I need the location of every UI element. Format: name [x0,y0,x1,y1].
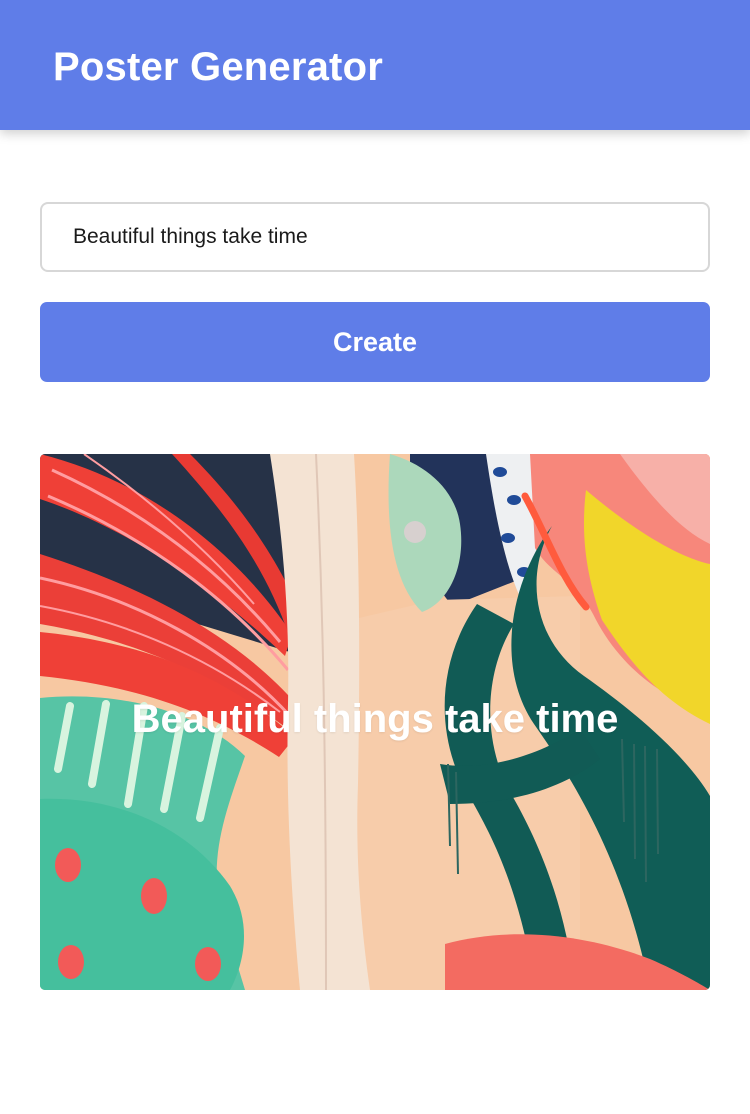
app-title: Poster Generator [53,45,383,89]
blue-dot-2 [507,495,521,505]
poster-caption: Beautiful things take time [131,697,619,741]
blue-dot-3 [501,533,515,543]
gray-dot [404,521,426,543]
poster-text-input[interactable] [40,202,710,272]
app-header: Poster Generator [0,0,750,130]
drip-line-4 [633,743,636,860]
drip-line-6 [656,748,659,855]
create-button[interactable]: Create [40,302,710,382]
red-dot-1 [55,848,81,882]
red-dot-4 [195,947,221,981]
blue-dot-1 [493,467,507,477]
red-dot-2 [141,878,167,914]
poster-preview: Beautiful things take time [40,454,710,990]
drip-line-5 [644,745,647,883]
red-dot-3 [58,945,84,979]
poster-generator-main: Create [40,202,710,990]
